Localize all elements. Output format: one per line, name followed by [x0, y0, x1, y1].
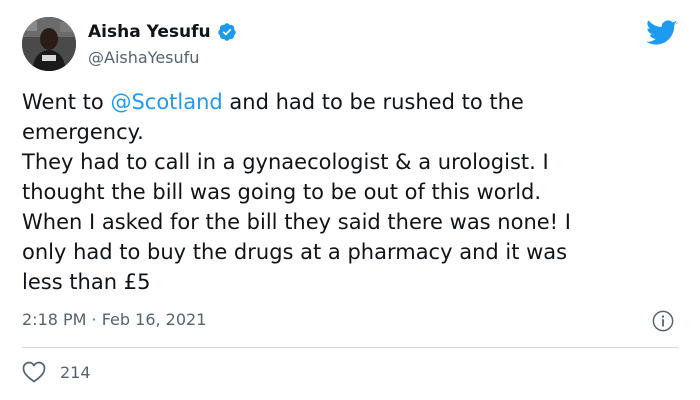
like-count: 214 — [60, 362, 91, 382]
info-icon[interactable] — [652, 310, 674, 332]
tweet-line: emergency. — [22, 120, 144, 144]
heart-icon[interactable] — [22, 361, 46, 383]
tweet-line: thought the bill was going to be out of … — [22, 180, 542, 204]
tweet-line: only had to buy the drugs at a pharmacy … — [22, 240, 568, 264]
tweet-timestamp[interactable]: 2:18 PM · Feb 16, 2021 — [22, 310, 206, 329]
author-name-row: Aisha Yesufu — [88, 22, 237, 42]
tweet-line: They had to call in a gynaecologist & a … — [22, 150, 549, 174]
mention-link[interactable]: @Scotland — [110, 90, 222, 114]
twitter-bird-icon[interactable] — [646, 20, 678, 47]
author-handle[interactable]: @AishaYesufu — [88, 48, 199, 67]
tweet-line: Went to @Scotland and had to be rushed t… — [22, 90, 524, 114]
author-display-name[interactable]: Aisha Yesufu — [88, 22, 211, 42]
verified-badge-icon — [217, 23, 236, 41]
tweet-card: Aisha Yesufu @AishaYesufu Went to @Scotl… — [0, 0, 700, 400]
like-row: 214 — [22, 361, 91, 383]
avatar[interactable] — [22, 17, 76, 71]
tweet-line: less than £5 — [22, 270, 151, 294]
tweet-text: Went to @Scotland and had to be rushed t… — [22, 87, 682, 297]
divider — [22, 347, 678, 348]
tweet-line: When I asked for the bill they said ther… — [22, 210, 571, 234]
profile-photo — [22, 17, 76, 71]
